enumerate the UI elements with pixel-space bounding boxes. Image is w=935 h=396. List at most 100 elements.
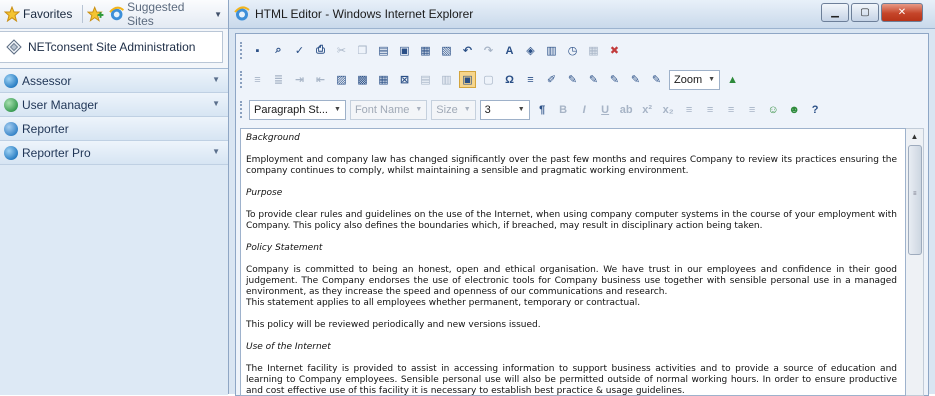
font-size-select[interactable]: 3 ▼ [479, 99, 530, 120]
redo-icon[interactable]: ↷ [480, 42, 497, 59]
paragraph[interactable]: Employment and company law has changed s… [246, 155, 897, 177]
minimize-button[interactable]: ▁ [821, 3, 849, 22]
bullet-list-icon[interactable]: ≣ [270, 71, 287, 88]
reporter-pro-icon [4, 145, 18, 160]
minimize-icon: ▁ [831, 7, 839, 18]
format-stripper-icon[interactable]: ▥ [543, 42, 560, 59]
nav-item-user-manager[interactable]: User Manager ▼ [0, 93, 228, 117]
paragraph-icon[interactable]: ¶ [534, 101, 551, 118]
link-icon[interactable]: ✐ [543, 71, 560, 88]
form-icon[interactable]: ▣ [459, 71, 476, 88]
chevron-down-icon[interactable]: ▼ [214, 10, 222, 19]
add-favorite-icon[interactable] [87, 6, 104, 22]
numbered-list-icon[interactable]: ≡ [249, 71, 266, 88]
undo-icon[interactable]: ↶ [459, 42, 476, 59]
cut-icon[interactable]: ✂ [333, 42, 350, 59]
ie-icon [234, 6, 250, 21]
hyperlink-icon[interactable]: ✎ [564, 71, 581, 88]
copy-icon[interactable]: ❐ [354, 42, 371, 59]
image-manager-icon[interactable]: ▩ [354, 71, 371, 88]
italic-icon[interactable]: I [576, 101, 593, 118]
chevron-down-icon[interactable]: ▼ [212, 99, 220, 108]
document-body[interactable]: Background Employment and company law has… [241, 129, 905, 395]
outdent-icon[interactable]: ⇤ [312, 71, 329, 88]
tab-site-administration[interactable]: NETconsent Site Administration [0, 31, 223, 63]
align-center-icon[interactable]: ≡ [702, 101, 719, 118]
paragraph[interactable]: This statement applies to all employees … [246, 298, 897, 309]
strikethrough-icon[interactable]: ab [618, 101, 635, 118]
font-size-value: 3 [484, 103, 491, 116]
users-icon[interactable]: ☻ [786, 101, 803, 118]
find-icon[interactable]: ⌕ [270, 42, 287, 59]
font-name-select[interactable]: Font Name ▼ [349, 99, 428, 120]
scrollbar-thumb[interactable] [908, 145, 922, 255]
remove-link-icon[interactable]: ✎ [648, 71, 665, 88]
align-icon[interactable]: ≡ [522, 71, 539, 88]
font-color-icon[interactable]: A [501, 42, 518, 59]
table-properties-icon[interactable]: ⊠ [396, 71, 413, 88]
superscript-icon[interactable]: x² [639, 101, 656, 118]
paragraph[interactable]: The Internet facility is provided to ass… [246, 364, 897, 395]
clear-icon[interactable]: ✖ [606, 42, 623, 59]
paste-plain-icon[interactable]: ▦ [417, 42, 434, 59]
symbol-icon[interactable]: Ω [501, 71, 518, 88]
paragraph[interactable]: To provide clear rules and guidelines on… [246, 210, 897, 232]
section-heading[interactable]: Policy Statement [246, 243, 897, 254]
align-right-icon[interactable]: ≡ [723, 101, 740, 118]
zoom-label: Zoom [674, 73, 703, 86]
paragraph[interactable]: This policy will be reviewed periodicall… [246, 320, 897, 331]
table-icon[interactable]: ▦ [375, 71, 392, 88]
document-link-icon[interactable]: ✎ [627, 71, 644, 88]
vertical-scrollbar[interactable]: ▲ ≡ [906, 128, 924, 396]
window-titlebar[interactable]: HTML Editor - Windows Internet Explorer … [229, 0, 935, 29]
toolbar-row-3: Paragraph St... ▼ Font Name ▼ Size ▼ 3 ▼… [240, 97, 828, 122]
align-left-icon[interactable]: ≡ [681, 101, 698, 118]
toolbar-grip[interactable] [240, 71, 245, 88]
suggested-sites-button[interactable]: Suggested Sites ▼ [105, 0, 228, 28]
help-icon[interactable]: ? [807, 101, 824, 118]
underline-icon[interactable]: U [597, 101, 614, 118]
chevron-down-icon: ▼ [415, 106, 423, 113]
image-icon[interactable]: ▨ [333, 71, 350, 88]
section-heading[interactable]: Use of the Internet [246, 342, 897, 353]
close-button[interactable]: ✕ [881, 3, 923, 22]
insert-column-icon[interactable]: ▥ [438, 71, 455, 88]
left-pane: Favorites Suggested Sites ▼ NETconsent S… [0, 0, 229, 395]
highlight-icon[interactable]: ◈ [522, 42, 539, 59]
subscript-icon[interactable]: x₂ [660, 101, 677, 118]
media-icon[interactable]: ▢ [480, 71, 497, 88]
editor-content[interactable]: Background Employment and company law has… [240, 128, 906, 396]
paste-icon[interactable]: ▤ [375, 42, 392, 59]
paragraph[interactable]: Company is committed to being an honest,… [246, 265, 897, 298]
bold-icon[interactable]: B [555, 101, 572, 118]
paste-word-icon[interactable]: ▣ [396, 42, 413, 59]
anchor-icon[interactable]: ✎ [585, 71, 602, 88]
abc-format-icon[interactable]: ▲ [724, 71, 741, 88]
justify-icon[interactable]: ≡ [744, 101, 761, 118]
module-icon[interactable]: ▦ [585, 42, 602, 59]
toolbar-grip[interactable] [240, 101, 245, 118]
save-icon[interactable]: ▪ [249, 42, 266, 59]
user-icon[interactable]: ☺ [765, 101, 782, 118]
clock-icon[interactable]: ◷ [564, 42, 581, 59]
toolbar-grip[interactable] [240, 42, 245, 59]
zoom-select[interactable]: Zoom ▼ [669, 69, 721, 90]
nav-item-reporter-pro[interactable]: Reporter Pro ▼ [0, 141, 228, 165]
section-heading[interactable]: Purpose [246, 188, 897, 199]
indent-icon[interactable]: ⇥ [291, 71, 308, 88]
paragraph-style-select[interactable]: Paragraph St... ▼ [249, 99, 346, 120]
print-icon[interactable]: ⎙ [312, 42, 329, 59]
nav-item-reporter[interactable]: Reporter [0, 117, 228, 141]
favorites-button[interactable]: Favorites [0, 3, 78, 25]
maximize-button[interactable]: ▢ [851, 3, 879, 22]
chevron-down-icon[interactable]: ▼ [212, 147, 220, 156]
scroll-up-icon[interactable]: ▲ [906, 132, 923, 141]
size-select[interactable]: Size ▼ [431, 99, 476, 120]
chevron-down-icon[interactable]: ▼ [212, 75, 220, 84]
email-link-icon[interactable]: ✎ [606, 71, 623, 88]
section-heading[interactable]: Background [246, 133, 897, 144]
spellcheck-icon[interactable]: ✓ [291, 42, 308, 59]
insert-row-icon[interactable]: ▤ [417, 71, 434, 88]
nav-item-assessor[interactable]: Assessor ▼ [0, 69, 228, 93]
paste-html-icon[interactable]: ▧ [438, 42, 455, 59]
